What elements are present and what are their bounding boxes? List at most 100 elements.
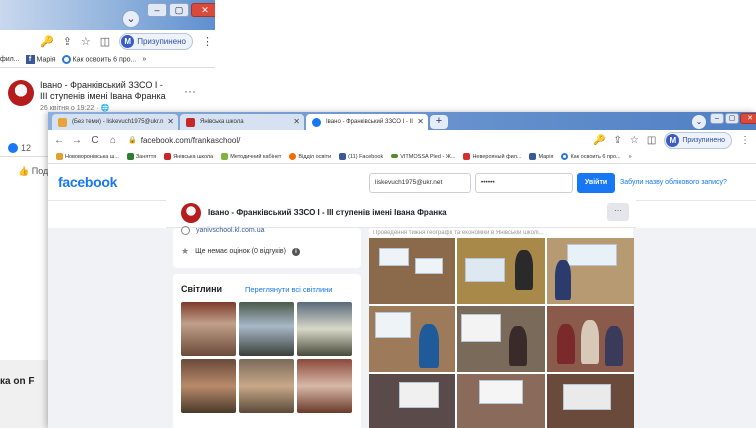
photo-thumbnail[interactable] <box>181 359 236 413</box>
back-button[interactable]: ← <box>52 135 66 146</box>
bookmark-item[interactable]: Нововоронівська ш... <box>56 153 119 160</box>
photo-thumbnail[interactable] <box>239 359 294 413</box>
post-photo[interactable] <box>457 306 545 372</box>
bookmark-item[interactable]: Методичний кабінет <box>221 153 281 160</box>
info-icon[interactable]: i <box>291 247 300 256</box>
chevron-down-icon[interactable]: ⌄ <box>122 10 140 28</box>
post-photo[interactable] <box>547 306 634 372</box>
website-row[interactable]: yanivschool.kl.com.ua <box>181 226 264 235</box>
photo-thumbnail[interactable] <box>181 302 236 356</box>
more-icon[interactable]: ⋮ <box>740 135 750 146</box>
url-text: facebook.com/frankaschool/ <box>140 135 241 145</box>
maximize-button[interactable]: ▢ <box>169 3 189 17</box>
photo-thumbnail[interactable] <box>239 302 294 356</box>
bookmark-item[interactable]: Неверояный фил... <box>463 153 521 160</box>
star-icon[interactable]: ☆ <box>630 135 639 146</box>
forgot-account-link[interactable]: Забули назву облікового запису? <box>620 179 727 186</box>
bookmark-item[interactable]: фил... <box>0 56 20 63</box>
bookmark-item[interactable]: Заняття <box>126 153 157 160</box>
minimize-button[interactable]: – <box>710 113 724 124</box>
foreground-browser-window[interactable]: (Без теми) - liskevuch1975@ukr.n ✕ Янівс… <box>48 112 756 428</box>
bookmarks-overflow[interactable]: » <box>142 56 146 63</box>
bookmark-label: Заняття <box>135 153 157 160</box>
page-title[interactable]: Івано - Франківський ЗЗСО І - ІІІ ступен… <box>208 208 447 217</box>
bookmarks-overflow[interactable]: » <box>629 154 632 160</box>
more-icon[interactable]: ··· <box>184 84 196 98</box>
chevron-down-icon[interactable]: ⌄ <box>692 115 706 129</box>
post-author[interactable]: Івано - Франківський ЗЗСО І - ІІІ ступен… <box>40 80 170 102</box>
post-photo[interactable] <box>547 238 634 304</box>
like-button[interactable]: 👍 Под <box>18 166 48 177</box>
map-sheet <box>399 382 439 408</box>
close-icon[interactable]: ✕ <box>293 114 300 130</box>
photos-card: Світлини Переглянути всі світлини <box>173 274 361 428</box>
map-sheet <box>379 248 409 266</box>
star-icon[interactable]: ☆ <box>81 35 91 48</box>
share-icon[interactable]: ⇪ <box>63 35 72 48</box>
bookmark-item[interactable]: Как освоить 6 про... <box>561 153 621 160</box>
opera-icon <box>561 153 569 160</box>
bookmark-item[interactable]: Как освоить 6 про... <box>61 55 136 64</box>
reaction-count[interactable]: 12 <box>8 143 31 153</box>
sidebar-icon[interactable]: ◫ <box>647 135 656 146</box>
photo-thumbnail[interactable] <box>297 302 352 356</box>
bookmark-item[interactable]: Марія <box>529 153 553 160</box>
profile-button[interactable]: M Призупинено <box>664 132 732 149</box>
post-photo[interactable] <box>369 238 455 304</box>
new-tab-button[interactable]: + <box>430 115 448 129</box>
minimize-button[interactable]: – <box>147 3 167 17</box>
profile-button[interactable]: M Призупинено <box>119 32 193 50</box>
post-photo-grid <box>369 238 634 428</box>
post-photo[interactable] <box>547 374 634 428</box>
maximize-button[interactable]: ▢ <box>725 113 739 124</box>
reload-button[interactable]: C <box>88 135 102 146</box>
home-button[interactable]: ⌂ <box>106 135 120 146</box>
post-photo[interactable] <box>457 374 545 428</box>
map-sheet <box>465 258 505 282</box>
close-icon[interactable]: ✕ <box>417 114 424 130</box>
facebook-header: facebook liskevuch1975@ukr.net •••••• Ув… <box>48 164 756 201</box>
key-icon[interactable]: 🔑 <box>40 35 54 48</box>
post-photo[interactable] <box>369 306 455 372</box>
avatar: M <box>121 34 135 48</box>
tab-school[interactable]: Янівська школа ✕ <box>180 114 304 130</box>
website-link[interactable]: yanivschool.kl.com.ua <box>196 227 264 234</box>
close-icon[interactable]: ✕ <box>167 114 174 130</box>
avatar: M <box>666 134 680 147</box>
avatar[interactable] <box>181 203 201 223</box>
bookmark-icon <box>164 153 172 160</box>
bookmark-item[interactable]: f Марія <box>25 55 56 64</box>
post-photo[interactable] <box>457 238 545 304</box>
password-field[interactable]: •••••• <box>475 173 573 193</box>
about-card: yanivschool.kl.com.ua ★ Ще немає оцінок … <box>173 226 361 268</box>
email-field[interactable]: liskevuch1975@ukr.net <box>369 173 471 193</box>
bookmark-item[interactable]: Відділ освіти <box>289 153 331 160</box>
bookmark-item[interactable]: VITMOSSA Pled - Ж... <box>391 154 455 160</box>
avatar[interactable] <box>8 80 34 106</box>
page-more-button[interactable]: ··· <box>607 203 629 221</box>
close-button[interactable]: ✕ <box>740 113 756 124</box>
photo-grid <box>181 302 353 413</box>
see-all-photos-link[interactable]: Переглянути всі світлини <box>245 285 332 294</box>
forward-button[interactable]: → <box>70 135 84 146</box>
bookmark-item[interactable]: Янівська школа <box>164 153 213 160</box>
facebook-logo[interactable]: facebook <box>58 174 117 190</box>
photo-thumbnail[interactable] <box>297 359 352 413</box>
tab-label: (Без теми) - liskevuch1975@ukr.n <box>72 119 164 125</box>
login-button[interactable]: Увійти <box>577 173 615 193</box>
close-button[interactable]: ✕ <box>191 3 215 17</box>
star-icon: ★ <box>181 246 190 256</box>
more-icon[interactable]: ⋮ <box>202 35 213 48</box>
post-photo[interactable] <box>369 374 455 428</box>
key-icon[interactable]: 🔑 <box>593 135 605 146</box>
share-icon[interactable]: ⇪ <box>614 135 622 146</box>
opera-icon <box>61 55 71 64</box>
tab-email[interactable]: (Без теми) - liskevuch1975@ukr.n ✕ <box>52 114 178 130</box>
post-date[interactable]: 26 квітня о 19:22 · 🌐 <box>40 104 109 112</box>
window-controls: – ▢ ✕ <box>147 3 215 17</box>
sidebar-icon[interactable]: ◫ <box>100 35 110 48</box>
post-caption[interactable]: Проведення тижня географії та економіки … <box>373 230 629 236</box>
bookmark-item[interactable]: (11) Facebook <box>339 153 383 160</box>
address-bar[interactable]: 🔒 facebook.com/frankaschool/ <box>128 136 240 145</box>
tab-facebook[interactable]: Івано - Франківський ЗЗСО І - ІІ ✕ <box>306 114 428 130</box>
